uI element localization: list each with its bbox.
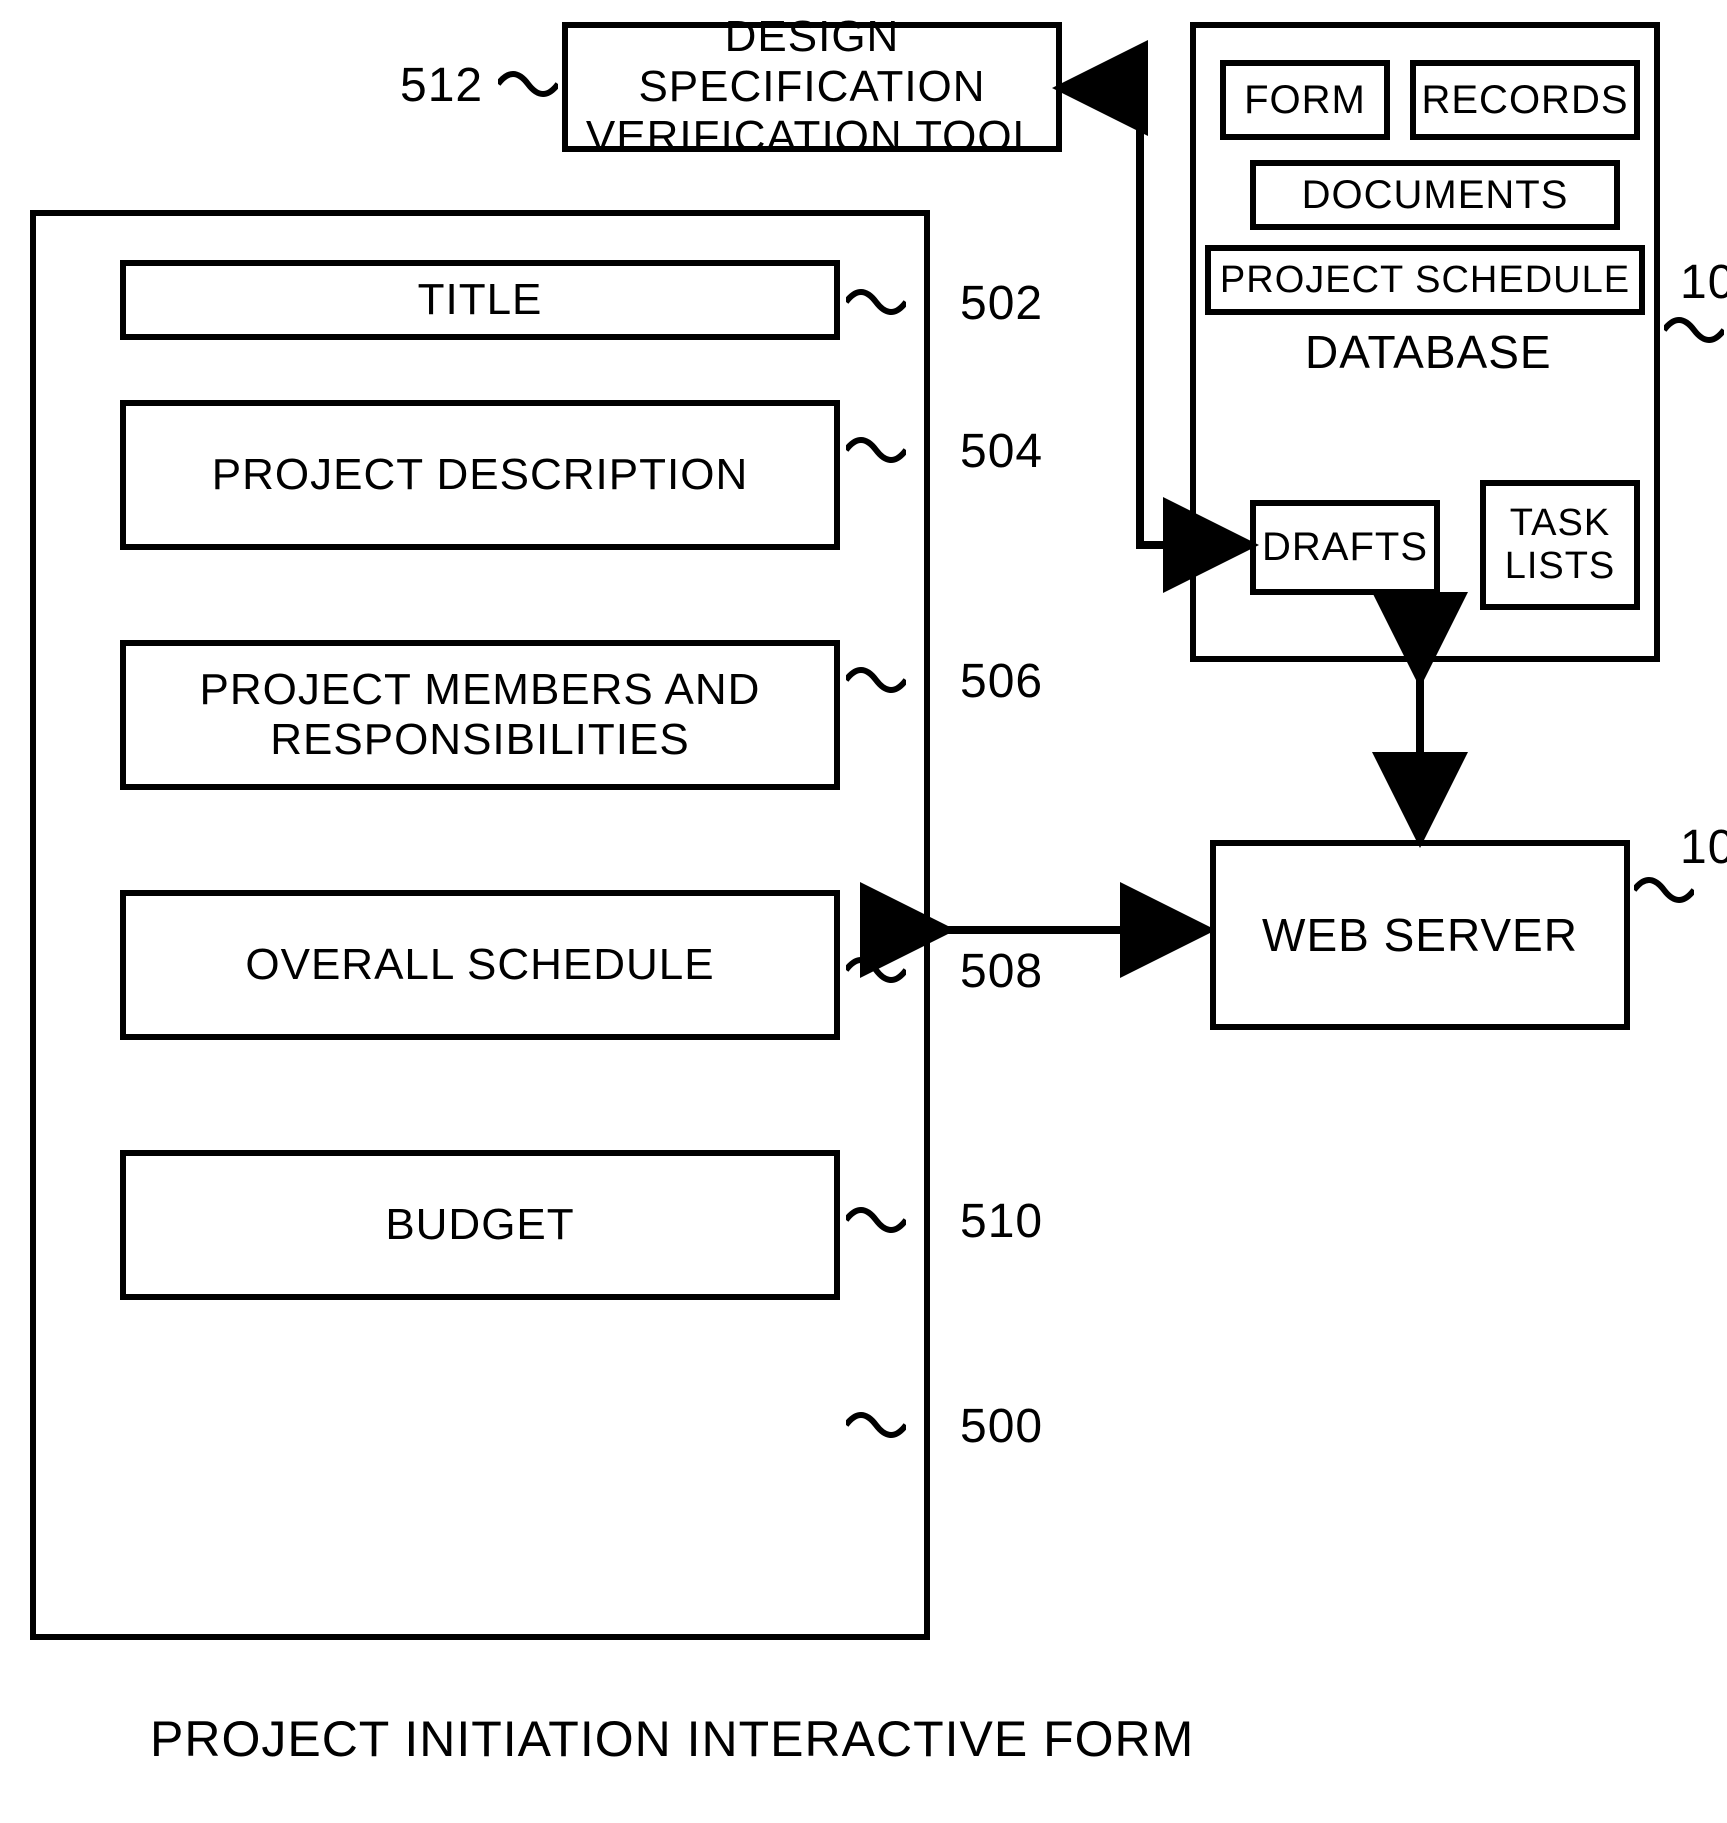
verification-tool-box: DESIGN SPECIFICATION VERIFICATION TOOL [562, 22, 1062, 152]
ref-label-500: 500 [960, 1399, 1043, 1454]
leader-squiggle [498, 64, 558, 104]
ref-label-504: 504 [960, 424, 1043, 479]
ref-label-104: 104 [1680, 820, 1727, 875]
leader-squiggle [846, 430, 906, 470]
db-task-lists-box: TASK LISTS [1480, 480, 1640, 610]
ref-label-510: 510 [960, 1194, 1043, 1249]
ref-label-512: 512 [400, 58, 483, 113]
leader-squiggle [846, 660, 906, 700]
db-drafts-box: DRAFTS [1250, 500, 1440, 595]
ref-label-508: 508 [960, 944, 1043, 999]
leader-squiggle [846, 1405, 906, 1445]
ref-label-106: 106 [1680, 255, 1727, 310]
field-description[interactable]: PROJECT DESCRIPTION [120, 400, 840, 550]
leader-squiggle [846, 282, 906, 322]
web-server-box: WEB SERVER [1210, 840, 1630, 1030]
db-documents-box: DOCUMENTS [1250, 160, 1620, 230]
field-title[interactable]: TITLE [120, 260, 840, 340]
leader-squiggle [846, 950, 906, 990]
leader-squiggle [1634, 870, 1694, 910]
field-members[interactable]: PROJECT MEMBERS AND RESPONSIBILITIES [120, 640, 840, 790]
db-form-box: FORM [1220, 60, 1390, 140]
db-project-schedule-box: PROJECT SCHEDULE [1205, 245, 1645, 315]
db-records-box: RECORDS [1410, 60, 1640, 140]
ref-label-502: 502 [960, 276, 1043, 331]
leader-squiggle [1664, 310, 1724, 350]
form-caption: PROJECT INITIATION INTERACTIVE FORM [150, 1710, 1194, 1768]
field-schedule[interactable]: OVERALL SCHEDULE [120, 890, 840, 1040]
database-title: DATABASE [1305, 325, 1552, 379]
field-budget[interactable]: BUDGET [120, 1150, 840, 1300]
ref-label-506: 506 [960, 654, 1043, 709]
leader-squiggle [846, 1200, 906, 1240]
